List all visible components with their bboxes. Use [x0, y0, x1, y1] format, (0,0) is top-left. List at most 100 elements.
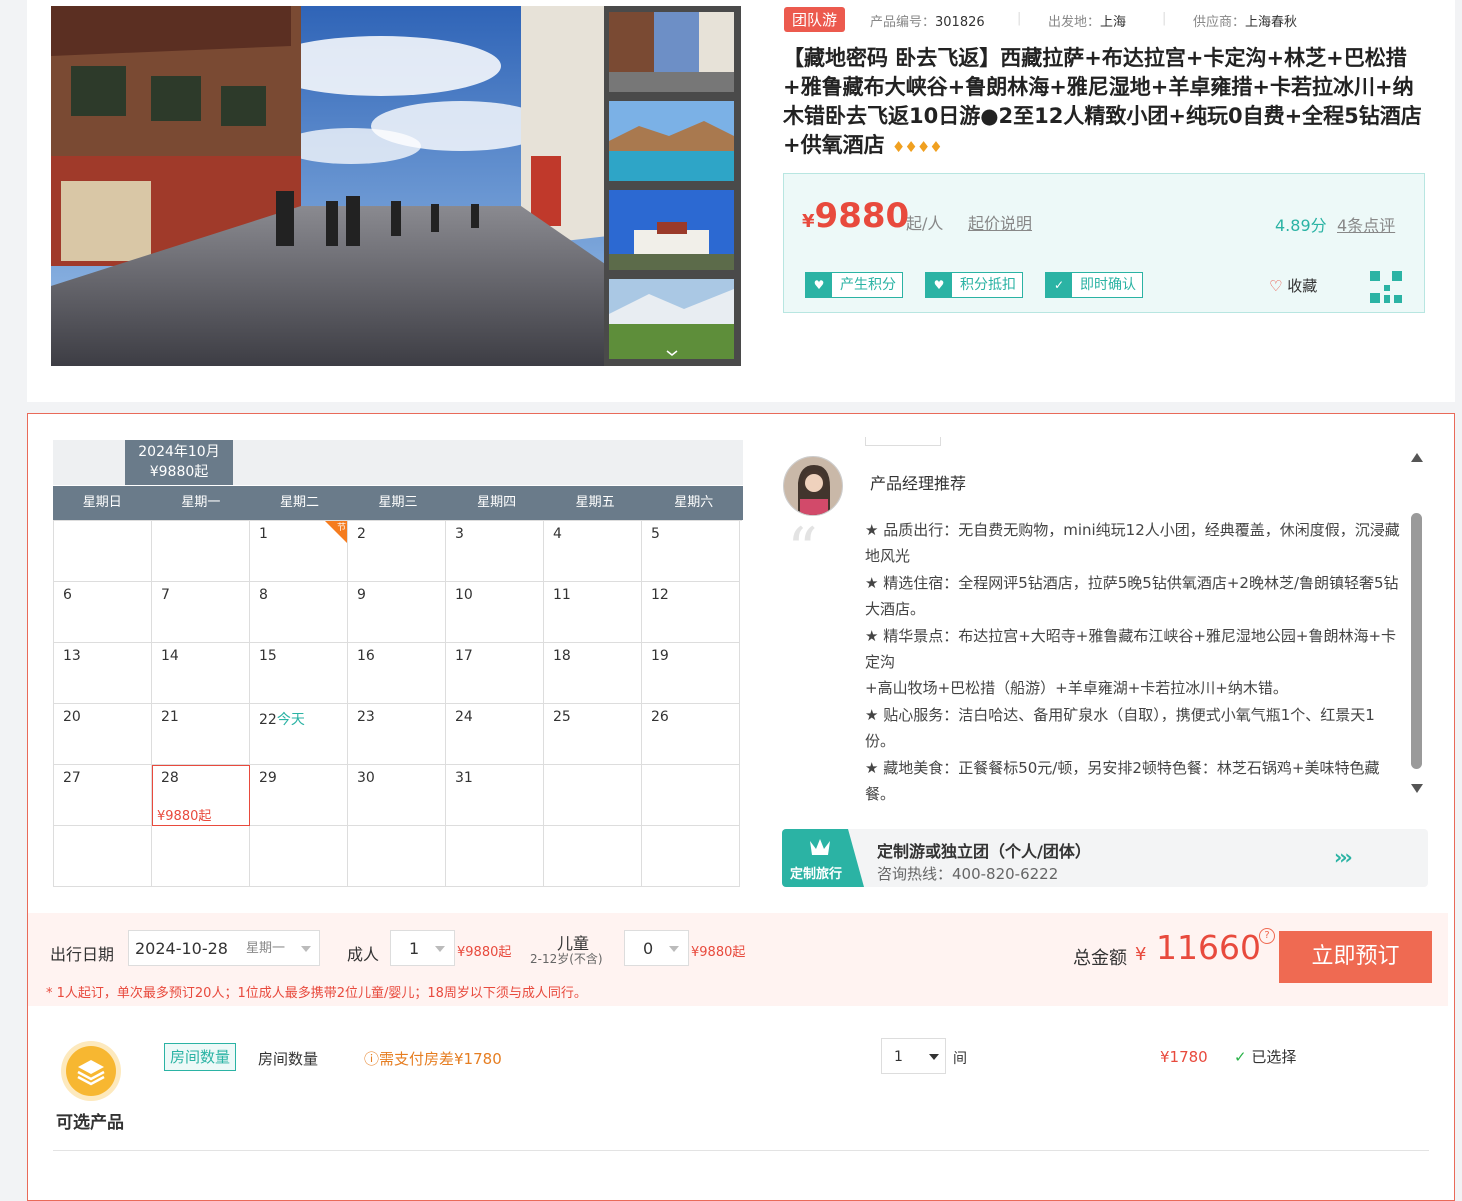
- calendar-day[interactable]: 4: [544, 521, 642, 582]
- custom-badge-label: 定制旅行: [790, 867, 843, 882]
- calendar-day[interactable]: 15: [250, 643, 348, 704]
- calendar-day-empty: [642, 826, 740, 887]
- help-icon[interactable]: ?: [1259, 928, 1275, 944]
- calendar-day[interactable]: 13: [54, 643, 152, 704]
- calendar-day[interactable]: 5: [642, 521, 740, 582]
- calendar-day[interactable]: 11: [544, 582, 642, 643]
- departure-city: 出发地：上海: [1048, 15, 1127, 30]
- recommend-line: +高山牧场+巴松措（船游）+羊卓雍湖+卡若拉冰川+纳木错。: [865, 679, 1288, 698]
- calendar-day[interactable]: 1节: [250, 521, 348, 582]
- total-amount: 11660: [1156, 928, 1261, 967]
- calendar-day[interactable]: 2: [348, 521, 446, 582]
- room-item-name: 房间数量: [258, 1050, 319, 1068]
- custom-tour-banner[interactable]: 定制旅行 定制游或独立团（个人/团体） 咨询热线：400-820-6222 ››…: [782, 829, 1428, 887]
- weekday-label: 星期二: [279, 495, 319, 510]
- layers-icon: [66, 1046, 116, 1096]
- recommend-line: ★ 贴心服务：洁白哈达、备用矿泉水（自取），携便式小氧气瓶1个、红景天1份。: [865, 705, 1375, 751]
- calendar-day[interactable]: 12: [642, 582, 740, 643]
- calendar-grid: 1节 2 3 4 5 6 7 8 9 10 11 12 13 14 15 16 …: [53, 520, 742, 887]
- calendar-day-empty: [544, 765, 642, 826]
- calendar-day-empty: [54, 826, 152, 887]
- thumbnail-street[interactable]: [609, 12, 734, 92]
- scroll-up-icon[interactable]: [1411, 453, 1423, 462]
- chevron-down-icon: [301, 946, 311, 952]
- calendar-day-selected[interactable]: 28 ¥9880起: [152, 765, 250, 826]
- calendar-day[interactable]: 6: [54, 582, 152, 643]
- thumbnail-lake[interactable]: [609, 101, 734, 181]
- street-photo-illustration: [51, 6, 608, 366]
- chevron-down-icon: [669, 946, 679, 952]
- heart-icon: ♡: [1269, 277, 1283, 295]
- scroll-thumb[interactable]: [1411, 513, 1422, 769]
- calendar-day[interactable]: 16: [348, 643, 446, 704]
- product-title: 【藏地密码 卧去飞返】西藏拉萨+布达拉宫+卡定沟+林芝+巴松措+雅鲁藏布大峡谷+…: [783, 46, 1422, 157]
- month-tab-2024-10[interactable]: 2024年10月 ¥9880起: [125, 440, 233, 485]
- calendar-day[interactable]: 30: [348, 765, 446, 826]
- calendar-day[interactable]: 17: [446, 643, 544, 704]
- diamond-icon: ♦: [904, 138, 917, 156]
- recommend-line: ★ 精华景点：布达拉宫+大昭寺+雅鲁藏布江峡谷+雅尼湿地公园+鲁朗林海+卡定沟: [865, 626, 1397, 672]
- calendar-day-empty: [348, 826, 446, 887]
- calendar-day[interactable]: 29: [250, 765, 348, 826]
- reviews-link[interactable]: 4条点评: [1337, 212, 1395, 236]
- booking-rules-note: * 1人起订，单次最多预订20人；1位成人最多携带2位儿童/婴儿；18周岁以下须…: [46, 986, 587, 1001]
- quote-icon: “: [787, 515, 818, 585]
- calendar-day[interactable]: 18: [544, 643, 642, 704]
- chevrons-right-icon: ›››: [1334, 845, 1353, 869]
- calendar-day[interactable]: 23: [348, 704, 446, 765]
- calendar-day[interactable]: 14: [152, 643, 250, 704]
- diamond-rating: ♦♦♦♦: [891, 138, 943, 156]
- qr-code-icon[interactable]: [1370, 271, 1402, 303]
- calendar-day[interactable]: 20: [54, 704, 152, 765]
- child-age-note: 2-12岁(不含): [530, 952, 603, 966]
- thumbnail-valley[interactable]: [609, 279, 734, 359]
- calendar-day[interactable]: 21: [152, 704, 250, 765]
- calendar-day[interactable]: 9: [348, 582, 446, 643]
- recommend-line: ★ 藏地美食：正餐餐标50元/顿，另安排2顿特色餐：林芝石锅鸡+美味特色藏餐。: [865, 758, 1380, 804]
- calendar-day[interactable]: 26: [642, 704, 740, 765]
- calendar-day[interactable]: 7: [152, 582, 250, 643]
- room-count-tag: 房间数量: [164, 1043, 237, 1071]
- room-qty-select[interactable]: 1: [881, 1038, 946, 1074]
- date-label: 出行日期: [50, 945, 115, 964]
- total-currency: ¥: [1135, 944, 1147, 965]
- calendar-day[interactable]: 8: [250, 582, 348, 643]
- book-now-button[interactable]: 立即预订: [1279, 931, 1432, 983]
- adult-price: ¥9880起: [457, 945, 512, 960]
- price-explain-link[interactable]: 起价说明: [968, 210, 1032, 234]
- tag-earn-points: ♥ 产生积分: [805, 272, 903, 298]
- calendar-day[interactable]: 10: [446, 582, 544, 643]
- calendar-day-empty: [250, 826, 348, 887]
- divider: |: [1162, 11, 1167, 26]
- adult-count-select[interactable]: 1: [390, 930, 455, 966]
- diamond-icon: ♦: [929, 138, 942, 156]
- calendar-day-today[interactable]: 22今天: [250, 704, 348, 765]
- group-tour-badge: 团队游: [784, 7, 846, 32]
- total-label: 总金额: [1073, 948, 1127, 969]
- divider: |: [1017, 11, 1022, 26]
- recommend-scrollbar[interactable]: [1408, 445, 1426, 800]
- tab-stub: [865, 437, 941, 446]
- room-selected-status[interactable]: ✓ 已选择: [1234, 1046, 1296, 1067]
- weekday-row: 星期日 星期一 星期二 星期三 星期四 星期五 星期六: [53, 486, 743, 520]
- calendar-day[interactable]: 3: [446, 521, 544, 582]
- custom-title: 定制游或独立团（个人/团体）: [877, 842, 1091, 861]
- main-photo[interactable]: [51, 6, 608, 366]
- diamond-icon: ♦: [891, 138, 905, 156]
- room-unit: 间: [953, 1051, 967, 1067]
- calendar-day[interactable]: 27: [54, 765, 152, 826]
- date-select[interactable]: 2024-10-28 星期一: [128, 930, 320, 966]
- child-count-select[interactable]: 0: [624, 930, 689, 966]
- calendar-day[interactable]: 25: [544, 704, 642, 765]
- favorite-button[interactable]: ♡ 收藏: [1269, 275, 1317, 296]
- room-diff-warning: ⓘ需支付房差¥1780: [364, 1050, 502, 1068]
- scroll-down-icon[interactable]: [1411, 784, 1423, 793]
- score: 4.89分: [1275, 216, 1327, 235]
- calendar-day[interactable]: 24: [446, 704, 544, 765]
- check-icon: ✓: [1046, 273, 1072, 297]
- tag-instant-confirm: ✓ 即时确认: [1045, 272, 1143, 298]
- thumbnail-potala[interactable]: [609, 190, 734, 270]
- calendar-day[interactable]: 19: [642, 643, 740, 704]
- calendar-day-empty: [152, 826, 250, 887]
- calendar-day[interactable]: 31: [446, 765, 544, 826]
